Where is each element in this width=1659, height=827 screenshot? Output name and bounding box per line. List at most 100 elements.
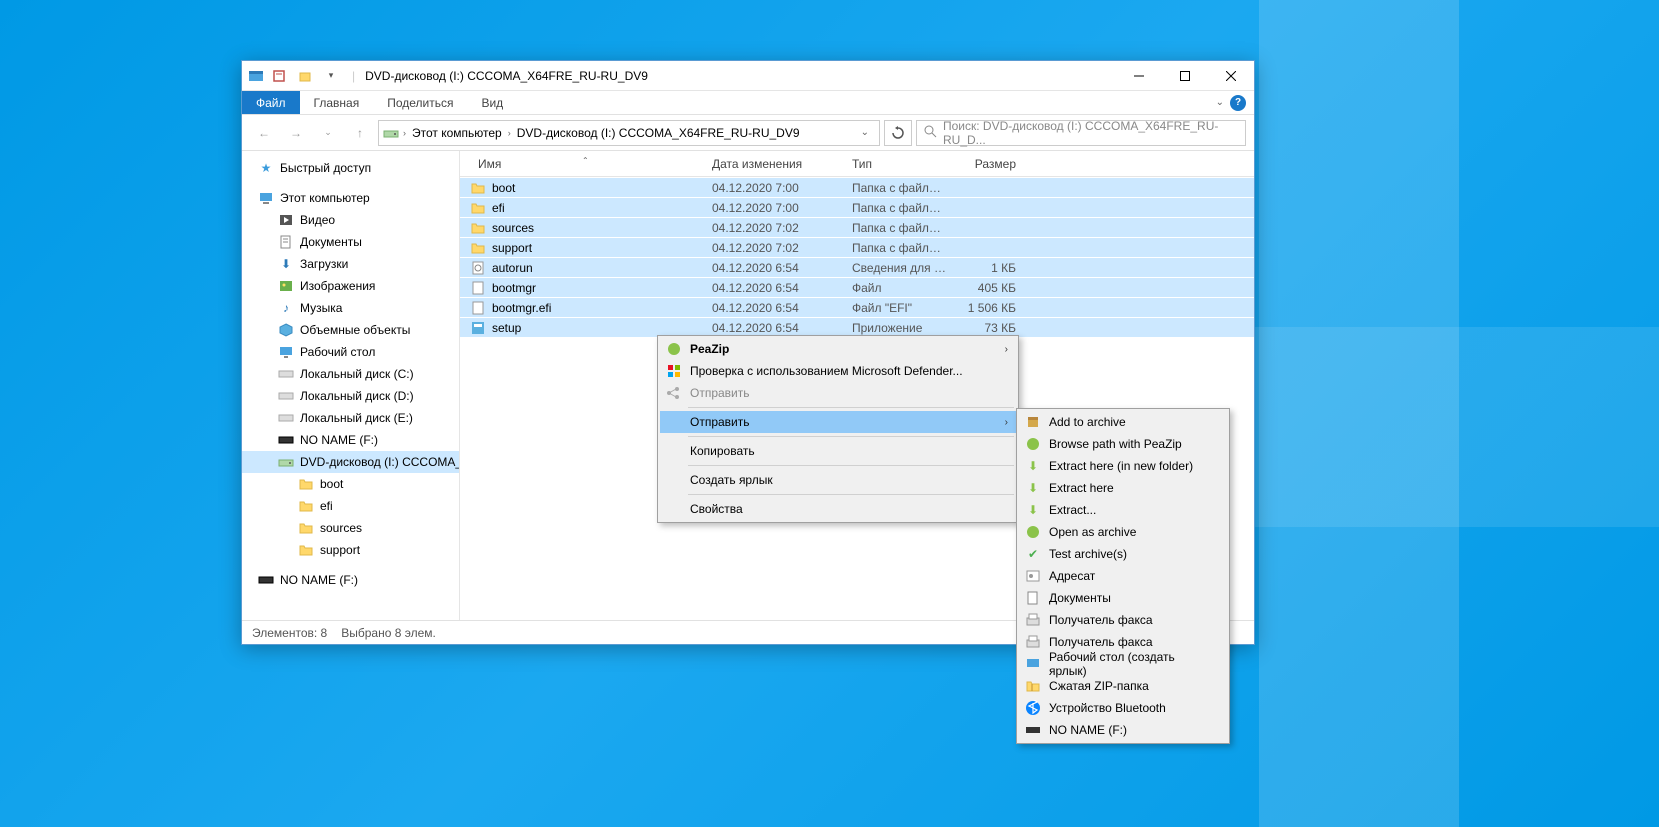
file-type: Файл [844,281,954,295]
ribbon-expand-icon[interactable]: ⌄ [1216,97,1224,108]
tree-downloads[interactable]: ⬇Загрузки [242,253,459,275]
tree-3d-objects[interactable]: Объемные объекты [242,319,459,341]
zip-icon [1025,678,1041,694]
tree-folder-efi[interactable]: efi [242,495,459,517]
menu-noname-drive[interactable]: NO NAME (F:) [1019,719,1227,741]
close-button[interactable] [1208,61,1254,91]
tab-file[interactable]: Файл [242,91,300,114]
chevron-right-icon[interactable]: › [508,128,511,138]
menu-zip-folder[interactable]: Сжатая ZIP-папка [1019,675,1227,697]
qat-dropdown[interactable]: ▾ [320,65,342,87]
file-row[interactable]: sources04.12.2020 7:02Папка с файлами [460,217,1254,237]
menu-extract-here[interactable]: ⬇Extract here [1019,477,1227,499]
file-name: bootmgr [492,281,536,295]
menu-bluetooth[interactable]: Устройство Bluetooth [1019,697,1227,719]
qat-new-folder[interactable] [294,65,316,87]
minimize-button[interactable] [1116,61,1162,91]
file-row[interactable]: bootmgr.efi04.12.2020 6:54Файл "EFI"1 50… [460,297,1254,317]
qat-properties[interactable] [268,65,290,87]
file-name: support [492,241,532,255]
breadcrumb-drive[interactable]: DVD-дисковод (I:) CCCOMA_X64FRE_RU-RU_DV… [515,126,802,140]
tree-videos[interactable]: Видео [242,209,459,231]
ribbon-tabs: Файл Главная Поделиться Вид ⌄ ? [242,91,1254,115]
search-input[interactable]: Поиск: DVD-дисковод (I:) CCCOMA_X64FRE_R… [916,120,1246,146]
extract-icon: ⬇ [1025,502,1041,518]
file-type: Сведения для уст... [844,261,954,275]
menu-create-shortcut[interactable]: Создать ярлык [660,469,1016,491]
drive-icon [278,366,294,382]
tree-dvd-drive[interactable]: DVD-дисковод (I:) CCCOMA_ [242,451,459,473]
tree-music[interactable]: ♪Музыка [242,297,459,319]
file-row[interactable]: support04.12.2020 7:02Папка с файлами [460,237,1254,257]
file-row[interactable]: efi04.12.2020 7:00Папка с файлами [460,197,1254,217]
help-button[interactable]: ? [1230,95,1246,111]
menu-fax-1[interactable]: Получатель факса [1019,609,1227,631]
file-date: 04.12.2020 6:54 [704,281,844,295]
file-row[interactable]: boot04.12.2020 7:00Папка с файлами [460,177,1254,197]
menu-desktop-shortcut[interactable]: Рабочий стол (создать ярлык) [1019,653,1227,675]
column-name[interactable]: Имя⌃ [460,157,704,171]
nav-back[interactable]: ← [250,119,278,147]
drive-icon [278,388,294,404]
tree-pictures[interactable]: Изображения [242,275,459,297]
menu-extract-new-folder[interactable]: ⬇Extract here (in new folder) [1019,455,1227,477]
file-row[interactable]: autorun04.12.2020 6:54Сведения для уст..… [460,257,1254,277]
maximize-button[interactable] [1162,61,1208,91]
tree-local-c[interactable]: Локальный диск (C:) [242,363,459,385]
menu-defender[interactable]: Проверка с использованием Microsoft Defe… [660,360,1016,382]
column-type[interactable]: Тип [844,157,954,171]
tree-documents[interactable]: Документы [242,231,459,253]
menu-copy[interactable]: Копировать [660,440,1016,462]
tree-label: Быстрый доступ [280,161,371,175]
menu-peazip[interactable]: PeaZip› [660,338,1016,360]
star-icon: ★ [258,160,274,176]
tree-folder-boot[interactable]: boot [242,473,459,495]
tree-this-pc[interactable]: Этот компьютер [242,187,459,209]
tree-folder-sources[interactable]: sources [242,517,459,539]
tab-home[interactable]: Главная [300,91,374,114]
menu-sendto[interactable]: Отправить› [660,411,1016,433]
tree-quick-access[interactable]: ★ Быстрый доступ [242,157,459,179]
menu-open-archive[interactable]: Open as archive [1019,521,1227,543]
nav-forward[interactable]: → [282,119,310,147]
tree-label: boot [320,477,343,491]
menu-addressee[interactable]: Адресат [1019,565,1227,587]
tree-desktop[interactable]: Рабочий стол [242,341,459,363]
context-menu-sendto: Add to archive Browse path with PeaZip ⬇… [1016,408,1230,744]
file-size: 405 КБ [954,281,1024,295]
refresh-button[interactable] [884,120,912,146]
menu-properties[interactable]: Свойства [660,498,1016,520]
tree-folder-support[interactable]: support [242,539,459,561]
file-row[interactable]: bootmgr 04.12.2020 6:54Файл405 КБ [460,277,1254,297]
menu-add-archive[interactable]: Add to archive [1019,411,1227,433]
nav-recent-dropdown[interactable]: ⌄ [314,119,342,147]
file-type: Папка с файлами [844,201,954,215]
tree-noname-f-bottom[interactable]: NO NAME (F:) [242,569,459,591]
tree-local-e[interactable]: Локальный диск (E:) [242,407,459,429]
title-separator: | [348,69,359,83]
chevron-right-icon[interactable]: › [403,128,406,138]
menu-documents[interactable]: Документы [1019,587,1227,609]
tree-local-d[interactable]: Локальный диск (D:) [242,385,459,407]
address-dropdown-icon[interactable]: ⌄ [855,127,875,138]
file-row[interactable]: setup04.12.2020 6:54Приложение73 КБ [460,317,1254,337]
tree-label: Объемные объекты [300,323,410,337]
file-type: Папка с файлами [844,241,954,255]
tab-share[interactable]: Поделиться [373,91,467,114]
folder-icon [470,240,486,256]
column-date[interactable]: Дата изменения [704,157,844,171]
tree-label: NO NAME (F:) [280,573,358,587]
menu-share-disabled: Отправить [660,382,1016,404]
address-bar[interactable]: › Этот компьютер › DVD-дисковод (I:) CCC… [378,120,880,146]
tab-view[interactable]: Вид [467,91,517,114]
breadcrumb-root[interactable]: Этот компьютер [410,126,504,140]
archive-icon [1025,414,1041,430]
tree-noname-f[interactable]: NO NAME (F:) [242,429,459,451]
tree-label: DVD-дисковод (I:) CCCOMA_ [300,455,459,469]
menu-browse-peazip[interactable]: Browse path with PeaZip [1019,433,1227,455]
nav-up[interactable]: ↑ [346,119,374,147]
column-size[interactable]: Размер [954,157,1024,171]
menu-extract[interactable]: ⬇Extract... [1019,499,1227,521]
menu-test-archive[interactable]: ✔Test archive(s) [1019,543,1227,565]
file-size: 1 КБ [954,261,1024,275]
